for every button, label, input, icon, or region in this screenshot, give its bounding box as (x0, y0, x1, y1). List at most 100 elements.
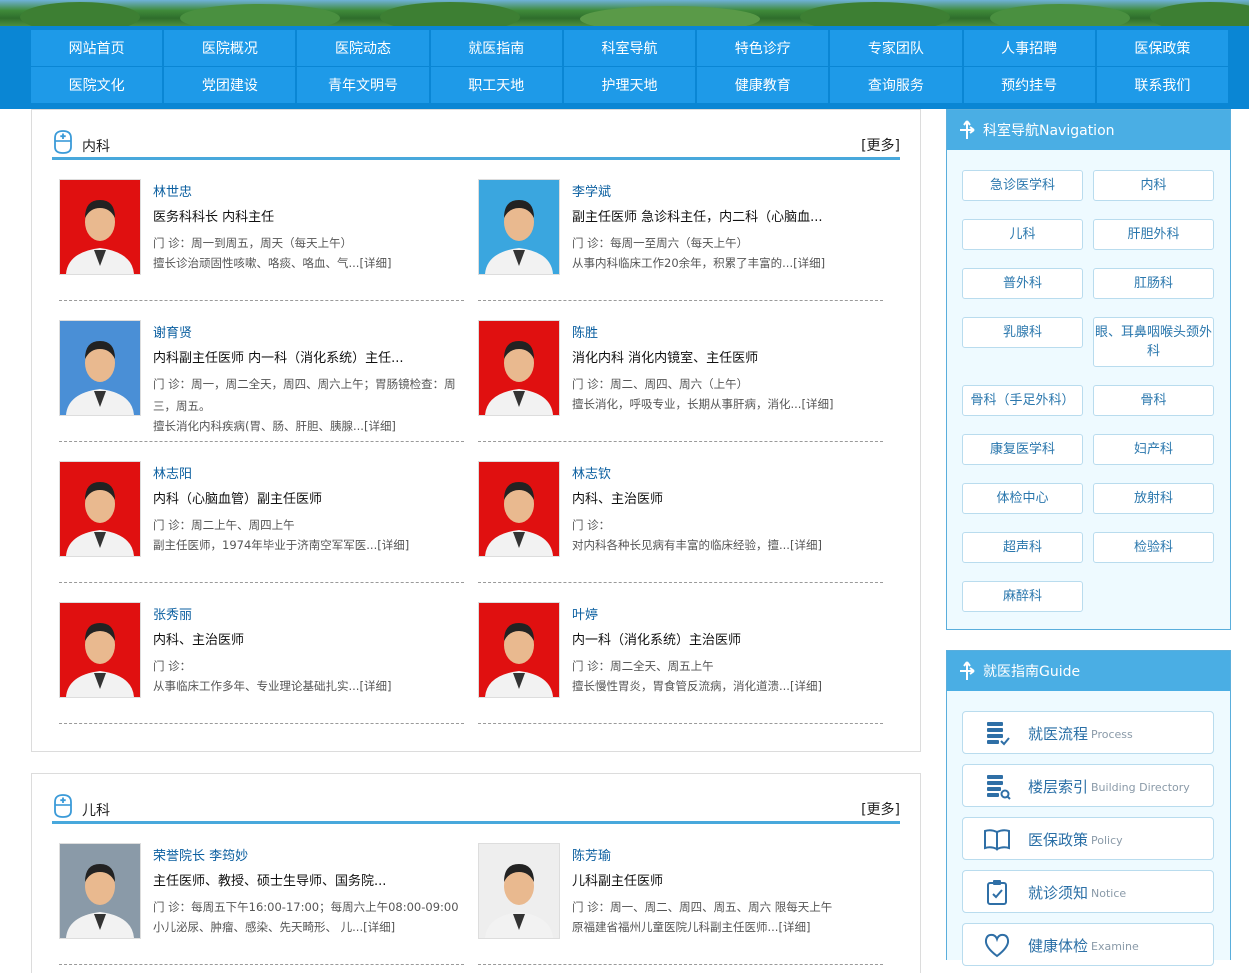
doctor-photo[interactable] (59, 461, 141, 557)
guide-item[interactable]: 楼层索引 Building Directory (962, 764, 1214, 807)
doctor-name[interactable]: 叶婷 (572, 604, 598, 623)
nav-item[interactable]: 联系我们 (1096, 67, 1228, 103)
nav-item[interactable]: 党团建设 (164, 67, 296, 103)
nav-item[interactable]: 特色诊疗 (697, 30, 829, 66)
doctor-photo[interactable] (478, 602, 560, 698)
dept-link[interactable]: 肝胆外科 (1093, 219, 1214, 250)
doctor-name[interactable]: 陈芳瑜 (572, 845, 611, 864)
nurse-cap-icon (54, 794, 72, 818)
doctor-card: 张秀丽 内科、主治医师门 诊： 从事临床工作多年、专业理论基础扎实...[详细] (59, 602, 464, 724)
panel-header: 儿科 [更多] (52, 792, 900, 824)
guide-sublabel: Process (1091, 728, 1133, 741)
nav-item[interactable]: 人事招聘 (963, 30, 1095, 66)
doctor-description[interactable]: 原福建省福州儿童医院儿科副主任医师...[详细] (572, 919, 882, 935)
dept-link[interactable]: 体检中心 (962, 483, 1083, 514)
nav-item[interactable]: 职工天地 (430, 67, 562, 103)
nav-item[interactable]: 医院概况 (164, 30, 296, 66)
more-link[interactable]: [更多] (861, 135, 900, 155)
nav-item[interactable]: 网站首页 (31, 30, 163, 66)
nav-item[interactable]: 医保政策 (1096, 30, 1228, 66)
panel-title: 儿科 (82, 803, 110, 819)
list-check-icon (987, 722, 1010, 746)
dept-link[interactable]: 骨科（手足外科） (962, 385, 1083, 416)
dept-link[interactable]: 检验科 (1093, 532, 1214, 563)
doctor-name[interactable]: 李学斌 (572, 181, 611, 200)
nav-item[interactable]: 查询服务 (830, 67, 962, 103)
doctor-card: 陈芳瑜 儿科副主任医师门 诊：周一、周二、周四、周五、周六 限每天上午 原福建省福州… (478, 843, 883, 965)
dept-link[interactable]: 内科 (1093, 170, 1214, 201)
doctor-clinic-hours: 门 诊：周一，周二全天，周四、周六上午；胃肠镜检查：周三，周五。 (153, 377, 456, 413)
main-nav: 网站首页 医院概况 医院动态 就医指南 科室导航 特色诊疗 专家团队 人事招聘 医保政策 医院文… (0, 26, 1249, 109)
doctor-clinic-hours: 门 诊： (572, 518, 611, 532)
guide-label: 楼层索引 (1028, 778, 1089, 796)
guide-item[interactable]: 就医流程 Process (962, 711, 1214, 754)
doctor-photo[interactable] (478, 843, 560, 939)
doctor-title: 内科副主任医师 内一科（消化系统）主任... (153, 351, 404, 366)
nav-item[interactable]: 医院动态 (297, 30, 429, 66)
doctor-name[interactable]: 林志阳 (153, 463, 192, 482)
dept-link[interactable]: 儿科 (962, 219, 1083, 250)
clipboard-icon (987, 880, 1007, 905)
doctor-title: 副主任医师 急诊科主任，内二科（心脑血... (572, 210, 823, 225)
doctor-photo[interactable] (478, 320, 560, 416)
guide-label: 医保政策 (1028, 831, 1089, 849)
nav-item[interactable]: 青年文明号 (297, 67, 429, 103)
nav-item[interactable]: 就医指南 (430, 30, 562, 66)
doctor-name[interactable]: 荣誉院长 李筠妙 (153, 845, 248, 864)
doctor-card: 陈胜 消化内科 消化内镜室、主任医师门 诊：周二、周四、周六（上午） 擅长消化，呼吸… (478, 320, 883, 442)
dept-link[interactable]: 超声科 (962, 532, 1083, 563)
doctor-description[interactable]: 从事临床工作多年、专业理论基础扎实...[详细] (153, 678, 463, 694)
sidebar-header: 就医指南Guide (947, 651, 1230, 691)
list-search-icon (987, 775, 1011, 800)
doctor-photo[interactable] (59, 320, 141, 416)
doctor-name[interactable]: 林志钦 (572, 463, 611, 482)
guide-item[interactable]: 健康体检 Examine (962, 923, 1214, 966)
dept-link[interactable]: 乳腺科 (962, 317, 1083, 348)
dept-link[interactable]: 康复医学科 (962, 434, 1083, 465)
doctor-photo[interactable] (59, 843, 141, 939)
doctor-description[interactable]: 擅长消化，呼吸专业，长期从事肝病，消化...[详细] (572, 396, 882, 412)
doctor-description[interactable]: 擅长慢性胃炎，胃食管反流病，消化道溃...[详细] (572, 678, 882, 694)
dept-link[interactable]: 急诊医学科 (962, 170, 1083, 201)
doctor-description[interactable]: 副主任医师，1974年毕业于济南空军军医...[详细] (153, 537, 463, 553)
doctor-name[interactable]: 林世忠 (153, 181, 192, 200)
doctor-title: 儿科副主任医师 (572, 874, 664, 889)
nav-item[interactable]: 科室导航 (563, 30, 696, 66)
dept-link[interactable]: 肛肠科 (1093, 268, 1214, 299)
nav-item[interactable]: 专家团队 (830, 30, 962, 66)
nav-item[interactable]: 健康教育 (697, 67, 829, 103)
doctor-photo[interactable] (59, 179, 141, 275)
dept-link[interactable]: 骨科 (1093, 385, 1214, 416)
doctor-description[interactable]: 从事内科临床工作20余年，积累了丰富的...[详细] (572, 255, 882, 271)
more-link[interactable]: [更多] (861, 799, 900, 819)
dept-link[interactable]: 放射科 (1093, 483, 1214, 514)
doctor-card: 林世忠医务科科长 内科主任门 诊：周一到周五，周天（每天上午） 擅长诊治顽固性咳嗽… (59, 179, 464, 301)
doctor-description[interactable]: 对内科各种长见病有丰富的临床经验，擅...[详细] (572, 537, 882, 553)
guide-item[interactable]: 医保政策 Policy (962, 817, 1214, 860)
doctor-card: 林志钦 内科、主治医师门 诊： 对内科各种长见病有丰富的临床经验，擅...[详细] (478, 461, 883, 583)
doctor-clinic-hours: 门 诊：周二上午、周四上午 (153, 518, 295, 532)
doctor-description[interactable]: 小儿泌尿、肿瘤、感染、先天畸形、 儿...[详细] (153, 919, 463, 935)
doctor-photo[interactable] (478, 461, 560, 557)
doctor-name[interactable]: 谢育贤 (153, 322, 192, 341)
dept-link[interactable]: 麻醉科 (962, 581, 1083, 612)
nav-item[interactable]: 医院文化 (31, 67, 163, 103)
doctor-description[interactable]: 擅长诊治顽固性咳嗽、咯痰、咯血、气...[详细] (153, 255, 463, 271)
guide-item[interactable]: 就诊须知 Notice (962, 870, 1214, 913)
guide-sublabel: Policy (1091, 834, 1123, 847)
guide-label: 健康体检 (1028, 937, 1089, 955)
doctor-name[interactable]: 张秀丽 (153, 604, 192, 623)
doctor-photo[interactable] (59, 602, 141, 698)
dept-link[interactable]: 普外科 (962, 268, 1083, 299)
nav-item[interactable]: 预约挂号 (963, 67, 1095, 103)
dept-link[interactable]: 妇产科 (1093, 434, 1214, 465)
doctor-photo[interactable] (478, 179, 560, 275)
dept-link[interactable]: 眼、耳鼻咽喉头颈外科 (1093, 317, 1214, 367)
doctor-clinic-hours: 门 诊：周一到周五，周天（每天上午） (153, 236, 353, 250)
sidebar-title: 科室导航Navigation (983, 123, 1115, 139)
doctor-name[interactable]: 陈胜 (572, 322, 598, 341)
nav-item[interactable]: 护理天地 (563, 67, 696, 103)
doctor-title: 医务科科长 内科主任 (153, 210, 275, 225)
doctor-description[interactable]: 擅长消化内科疾病(胃、肠、肝胆、胰腺...[详细] (153, 418, 463, 434)
panel-header: 内科 [更多] (52, 128, 900, 160)
